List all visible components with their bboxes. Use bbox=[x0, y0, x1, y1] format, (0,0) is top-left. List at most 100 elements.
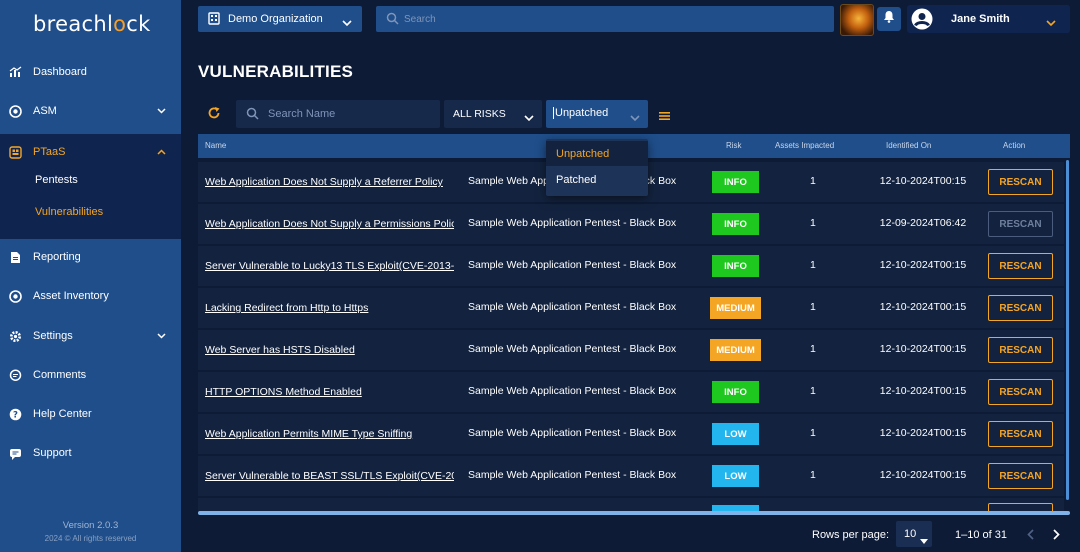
vulnerability-name-link[interactable]: HTTP OPTIONS Method Enabled bbox=[205, 386, 454, 398]
sidebar-item-support[interactable]: Support bbox=[0, 440, 181, 466]
column-header-identified[interactable]: Identified On bbox=[886, 141, 931, 150]
identified-date: 12-10-2024T00:15 bbox=[879, 259, 967, 271]
rescan-button-disabled: RESCAN bbox=[988, 211, 1053, 237]
risk-badge: INFO bbox=[712, 255, 759, 277]
pentest-name: Sample Web Application Pentest - Black B… bbox=[468, 217, 677, 229]
risk-badge: MEDIUM bbox=[710, 339, 761, 361]
chevron-right-icon bbox=[1052, 528, 1060, 540]
sidebar-label-asset-inventory: Asset Inventory bbox=[33, 290, 109, 302]
avatar-icon bbox=[911, 8, 933, 35]
pentest-name: Sample Web Application Pentest - Black B… bbox=[468, 301, 677, 313]
pentest-name: Sample Web Application Pentest - Black B… bbox=[468, 469, 677, 481]
organization-select[interactable]: Demo Organization bbox=[198, 6, 362, 32]
rescan-button[interactable]: RESCAN bbox=[988, 379, 1053, 405]
risk-badge: INFO bbox=[712, 213, 759, 235]
table-row: Web Server has HSTS Disabled Sample Web … bbox=[198, 330, 1064, 370]
next-page-button[interactable] bbox=[1049, 527, 1063, 541]
help-icon: ? bbox=[8, 407, 22, 421]
table-row: HTTP OPTIONS Method Enabled Sample Web A… bbox=[198, 372, 1064, 412]
sidebar-item-comments[interactable]: Comments bbox=[0, 362, 181, 388]
status-filter-select[interactable]: Unpatched bbox=[546, 100, 648, 128]
rows-per-page-label: Rows per page: bbox=[812, 529, 890, 541]
risk-badge: INFO bbox=[712, 171, 759, 193]
comment-icon bbox=[8, 368, 22, 382]
vulnerability-name-link[interactable]: Server Vulnerable to BEAST SSL/TLS Explo… bbox=[205, 470, 454, 482]
risk-badge: INFO bbox=[712, 381, 759, 403]
sidebar-item-asm[interactable]: ASM bbox=[0, 98, 181, 124]
global-search[interactable] bbox=[376, 6, 834, 32]
ptaas-section: PTaaS Pentests Vulnerabilities bbox=[0, 134, 181, 239]
organization-icon bbox=[208, 12, 220, 30]
rescan-button[interactable]: RESCAN bbox=[988, 421, 1053, 447]
vulnerability-name-link[interactable]: Web Application Does Not Supply a Referr… bbox=[205, 176, 454, 188]
global-search-input[interactable] bbox=[404, 11, 804, 27]
identified-date: 12-10-2024T00:15 bbox=[879, 469, 967, 481]
chevron-down-icon bbox=[1046, 14, 1056, 32]
brand-image[interactable] bbox=[840, 4, 874, 36]
copyright-text: 2024 © All rights reserved bbox=[44, 534, 137, 543]
assets-count: 1 bbox=[810, 343, 816, 355]
sidebar: breachlock Dashboard ASM PTaaS Pentests … bbox=[0, 0, 181, 552]
vulnerability-name-link[interactable]: Lacking Redirect from Http to Https bbox=[205, 302, 454, 314]
sidebar-subitem-vulnerabilities[interactable]: Vulnerabilities bbox=[35, 206, 103, 218]
identified-date: 12-10-2024T00:15 bbox=[879, 427, 967, 439]
table-row: Web Application Does Not Supply a Permis… bbox=[198, 204, 1064, 244]
search-name-field[interactable] bbox=[236, 100, 440, 128]
filter-lines-icon[interactable] bbox=[658, 108, 671, 126]
identified-date: 12-10-2024T00:15 bbox=[879, 343, 967, 355]
rescan-button[interactable]: RESCAN bbox=[988, 295, 1053, 321]
status-filter-value: Unpatched bbox=[553, 107, 609, 119]
rows-per-page-select[interactable]: 10 bbox=[896, 521, 932, 547]
horizontal-scrollbar[interactable] bbox=[198, 511, 1070, 515]
column-header-name[interactable]: Name bbox=[205, 141, 226, 150]
vertical-scrollbar[interactable] bbox=[1066, 160, 1069, 500]
sidebar-item-ptaas[interactable]: PTaaS bbox=[0, 139, 181, 165]
asm-target-icon bbox=[8, 104, 22, 118]
sidebar-label-comments: Comments bbox=[33, 369, 87, 381]
column-header-assets[interactable]: Assets Impacted bbox=[775, 141, 834, 150]
identified-date: 12-10-2024T00:15 bbox=[879, 175, 967, 187]
sidebar-item-settings[interactable]: Settings bbox=[0, 323, 181, 349]
table-row: Server Vulnerable to BEAST SSL/TLS Explo… bbox=[198, 456, 1064, 496]
pagination-range: 1–10 of 31 bbox=[955, 529, 1007, 541]
rescan-button[interactable]: RESCAN bbox=[988, 253, 1053, 279]
previous-page-button[interactable] bbox=[1023, 527, 1037, 541]
refresh-button[interactable] bbox=[207, 106, 221, 125]
svg-text:?: ? bbox=[13, 410, 18, 420]
sidebar-label-dashboard: Dashboard bbox=[33, 66, 87, 78]
sidebar-label-ptaas: PTaaS bbox=[33, 146, 66, 158]
identified-date: 12-10-2024T00:15 bbox=[879, 301, 967, 313]
sidebar-item-help-center[interactable]: ? Help Center bbox=[0, 401, 181, 427]
assets-count: 1 bbox=[810, 259, 816, 271]
rescan-button[interactable]: RESCAN bbox=[988, 337, 1053, 363]
vulnerability-name-link[interactable]: Server Vulnerable to Lucky13 TLS Exploit… bbox=[205, 260, 454, 272]
risk-filter-select[interactable]: ALL RISKS bbox=[444, 100, 542, 128]
chevron-up-icon bbox=[157, 147, 166, 158]
risk-badge: LOW bbox=[712, 465, 759, 487]
rescan-button[interactable]: RESCAN bbox=[988, 169, 1053, 195]
chevron-left-icon bbox=[1026, 528, 1034, 540]
pentest-name: Sample Web Application Pentest - Black B… bbox=[468, 427, 677, 439]
sidebar-subitem-pentests[interactable]: Pentests bbox=[35, 174, 78, 186]
pentest-name: Sample Web Application Pentest - Black B… bbox=[468, 343, 677, 355]
bell-icon bbox=[883, 10, 895, 28]
rescan-button[interactable]: RESCAN bbox=[988, 463, 1053, 489]
user-menu[interactable]: Jane Smith bbox=[907, 5, 1070, 33]
status-option-unpatched[interactable]: Unpatched bbox=[546, 141, 648, 166]
sidebar-label-reporting: Reporting bbox=[33, 251, 81, 263]
status-option-patched[interactable]: Patched bbox=[546, 167, 648, 192]
version-text: Version 2.0.3 bbox=[62, 520, 119, 531]
sidebar-item-dashboard[interactable]: Dashboard bbox=[0, 59, 181, 85]
vulnerability-name-link[interactable]: Web Application Permits MIME Type Sniffi… bbox=[205, 428, 454, 440]
notifications-button[interactable] bbox=[877, 7, 901, 31]
vulnerability-name-link[interactable]: Web Application Does Not Supply a Permis… bbox=[205, 218, 454, 230]
user-name: Jane Smith bbox=[951, 13, 1010, 25]
search-name-input[interactable] bbox=[268, 107, 428, 121]
column-header-risk[interactable]: Risk bbox=[726, 141, 742, 150]
vulnerability-name-link[interactable]: Web Server has HSTS Disabled bbox=[205, 344, 454, 356]
breachlock-logo[interactable]: breachlock bbox=[33, 12, 151, 36]
identified-date: 12-10-2024T00:15 bbox=[879, 385, 967, 397]
sidebar-item-reporting[interactable]: Reporting bbox=[0, 244, 181, 270]
sidebar-item-asset-inventory[interactable]: Asset Inventory bbox=[0, 283, 181, 309]
chevron-down-icon bbox=[157, 106, 166, 117]
